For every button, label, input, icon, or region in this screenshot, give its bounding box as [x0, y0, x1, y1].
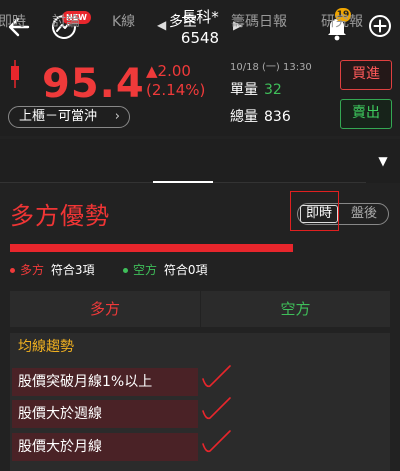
toggle-after-hours[interactable]: 盤後 — [351, 205, 377, 223]
volume-value: 32 — [264, 82, 282, 98]
bull-column-header: 多方 — [89, 300, 120, 318]
tab-discussion[interactable]: 討論 — [52, 0, 80, 44]
analysis-headline: 多方優勢 — [10, 202, 110, 230]
condition-row: 股價大於週線 — [12, 400, 198, 428]
market-type-label: 上櫃－可當沖 — [19, 109, 98, 124]
check-mark-icon — [200, 429, 234, 457]
tab-bar — [0, 139, 400, 183]
volume-label: 單量 — [230, 82, 258, 98]
tab-chip-daily[interactable]: 籌碼日報 — [231, 0, 287, 44]
check-mark-icon — [200, 364, 234, 392]
check-mark-icon — [200, 396, 234, 424]
candlestick-icon — [10, 60, 20, 88]
bull-dot-icon — [10, 268, 15, 273]
tab-bull-bear[interactable]: 多空 — [169, 0, 197, 44]
current-price: 95.4 — [42, 61, 145, 107]
tab-research[interactable]: 研究報 — [321, 0, 363, 44]
buy-button[interactable]: 買進 — [340, 60, 392, 90]
condition-row: 股價大於月線 — [12, 433, 198, 461]
bull-legend-count: 符合3項 — [50, 263, 95, 277]
price-change-percent: (2.14%) — [146, 81, 206, 99]
tab-realtime[interactable]: 即時 — [0, 0, 26, 44]
tab-more-icon[interactable]: ▼ — [366, 139, 400, 183]
bull-legend-name: 多方 — [20, 263, 45, 277]
market-type-pill[interactable]: 上櫃－可當沖 › — [8, 106, 130, 128]
bear-column-header: 空方 — [200, 291, 390, 327]
triangle-left-icon[interactable]: ◀ — [157, 18, 166, 32]
bull-gauge-fill — [10, 244, 293, 252]
bull-bear-gauge — [10, 244, 293, 252]
quote-timestamp: 10/18 (一) 13:30 — [230, 62, 312, 73]
active-tab-indicator — [153, 181, 213, 183]
sell-button[interactable]: 賣出 — [340, 99, 392, 129]
total-volume-label: 總量 — [230, 109, 258, 125]
price-change: ▲2.00 — [146, 62, 191, 80]
bear-legend-name: 空方 — [133, 263, 158, 277]
highlight-box — [290, 191, 339, 231]
total-volume-value: 836 — [264, 109, 291, 125]
bear-legend: 空方 符合0項 — [123, 262, 207, 278]
tab-kline[interactable]: K線 — [112, 0, 135, 44]
bull-legend: 多方 符合3項 — [10, 262, 94, 278]
plus-circle-icon[interactable] — [368, 14, 392, 38]
bear-dot-icon — [123, 268, 128, 273]
bear-legend-count: 符合0項 — [163, 263, 208, 277]
ma-trend-title: 均線趨勢 — [18, 339, 74, 355]
chevron-right-icon: › — [114, 109, 120, 124]
condition-row: 股價突破月線1%以上 — [12, 368, 198, 396]
